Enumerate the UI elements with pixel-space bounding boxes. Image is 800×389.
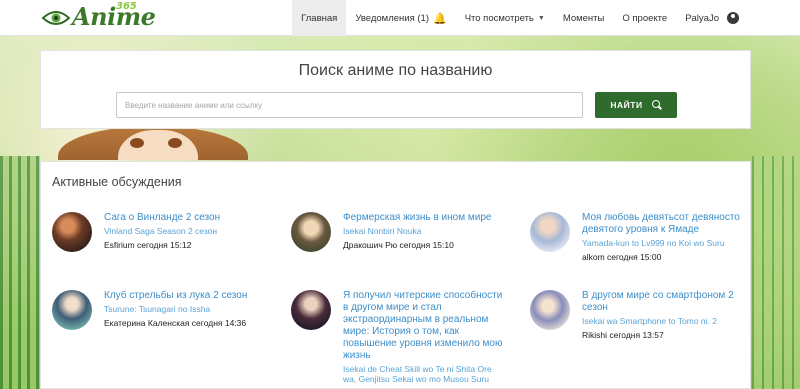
nav-what-to-watch[interactable]: Что посмотреть ▼	[456, 0, 554, 36]
discussion-meta: Екатерина Каленская сегодня 14:36	[104, 318, 247, 328]
site-logo[interactable]: Anime 365	[42, 1, 156, 34]
nav-about[interactable]: О проекте	[613, 0, 676, 36]
anime-avatar[interactable]	[52, 212, 92, 252]
nav-moments[interactable]: Моменты	[554, 0, 614, 36]
background-foliage	[752, 156, 800, 389]
logo-number: 365	[116, 1, 137, 12]
discussion-title[interactable]: Сага о Винланде 2 сезон	[104, 212, 266, 224]
search-title: Поиск аниме по названию	[298, 62, 493, 79]
active-discussions-panel: Активные обсуждения Сага о Винланде 2 се…	[40, 161, 751, 389]
nav-home[interactable]: Главная	[292, 0, 347, 36]
nav-notifications[interactable]: Уведомления (1) 🔔	[346, 0, 455, 36]
discussion-meta: Дракошич Рю сегодня 15:10	[343, 240, 454, 250]
user-account-icon	[727, 12, 739, 24]
discussions-title: Активные обсуждения	[52, 175, 182, 189]
search-button-label: НАЙТИ	[610, 100, 643, 110]
discussion-subtitle[interactable]: Isekai Nonbiri Nouka	[343, 226, 505, 236]
discussion-title[interactable]: Моя любовь девятьсот девяносто девятого …	[582, 212, 744, 236]
logo-text: Anime	[72, 2, 156, 31]
discussion-subtitle[interactable]: Vinland Saga Season 2 сезон	[104, 226, 266, 236]
anime-avatar[interactable]	[291, 212, 331, 252]
top-navbar: Anime 365 Главная Уведомления (1) 🔔 Что п…	[0, 0, 800, 36]
discussion-meta: Rikishi сегодня 13:57	[582, 330, 664, 340]
discussion-title[interactable]: Клуб стрельбы из лука 2 сезон	[104, 290, 266, 302]
search-panel: Поиск аниме по названию НАЙТИ	[40, 50, 751, 129]
discussion-subtitle[interactable]: Isekai wa Smartphone to Tomo ni. 2	[582, 316, 744, 326]
discussion-title[interactable]: Я получил читерские способности в другом…	[343, 290, 505, 362]
anime-avatar[interactable]	[530, 290, 570, 330]
caret-down-icon: ▼	[537, 14, 545, 22]
nav-user-label: PalyaJo	[685, 12, 719, 24]
discussion-meta: Esfirium сегодня 15:12	[104, 240, 192, 250]
background-railing	[0, 156, 40, 389]
discussion-meta: alkom сегодня 15:00	[582, 252, 662, 262]
search-icon	[651, 100, 662, 110]
discussion-title[interactable]: Фермерская жизнь в ином мире	[343, 212, 505, 224]
discussion-subtitle[interactable]: Isekai de Cheat Skill wo Te ni Shita Ore…	[343, 364, 505, 384]
eye-logo-icon	[42, 11, 70, 25]
discussion-subtitle[interactable]: Tsurune: Tsunagari no Issha	[104, 304, 266, 314]
main-nav: Главная Уведомления (1) 🔔 Что посмотреть ▼…	[292, 0, 748, 36]
anime-avatar[interactable]	[291, 290, 331, 330]
discussion-subtitle[interactable]: Yamada-kun to Lv999 no Koi wo Suru	[582, 238, 744, 248]
background-character	[58, 126, 248, 160]
anime-avatar[interactable]	[52, 290, 92, 330]
nav-user[interactable]: PalyaJo	[676, 0, 748, 36]
nav-home-label: Главная	[301, 12, 338, 24]
discussion-title[interactable]: В другом мире со смартфоном 2 сезон	[582, 290, 744, 314]
anime-avatar[interactable]	[530, 212, 570, 252]
search-button[interactable]: НАЙТИ	[595, 92, 677, 118]
nav-what-to-watch-label: Что посмотреть	[464, 12, 534, 24]
nav-about-label: О проекте	[622, 12, 668, 24]
bell-icon: 🔔	[432, 12, 447, 25]
nav-notifications-label: Уведомления (1)	[355, 12, 429, 24]
nav-moments-label: Моменты	[562, 12, 605, 24]
search-input[interactable]	[116, 92, 583, 118]
